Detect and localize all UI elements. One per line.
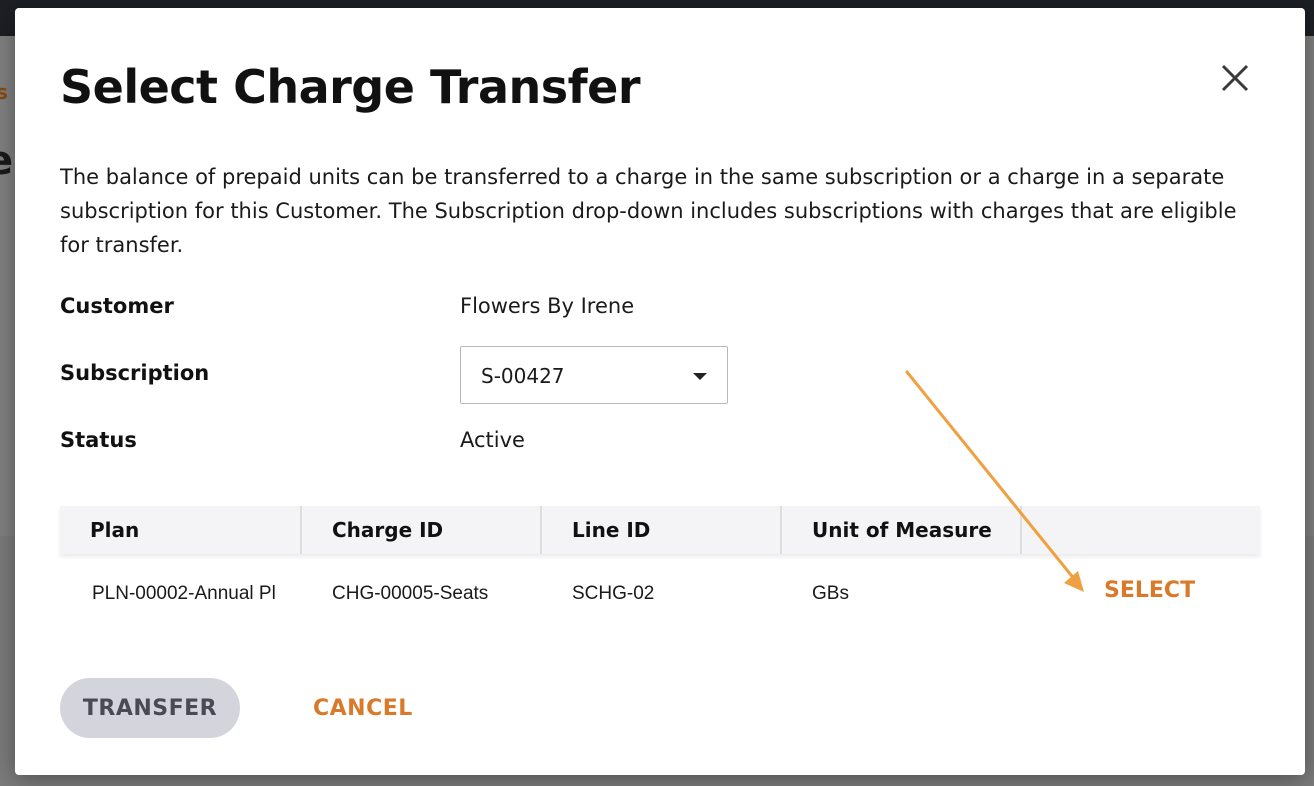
cancel-button[interactable]: CANCEL xyxy=(295,678,431,738)
select-charge-transfer-dialog: Select Charge Transfer The balance of pr… xyxy=(15,8,1305,775)
select-row-button[interactable]: SELECT xyxy=(1100,578,1200,603)
customer-value: Flowers By Irene xyxy=(460,294,635,318)
caret-down-icon xyxy=(693,373,707,380)
column-header-action xyxy=(1022,506,1260,554)
charges-table: Plan Charge ID Line ID Unit of Measure P… xyxy=(60,506,1260,634)
cell-unit-of-measure: GBs xyxy=(812,583,849,604)
table-row: PLN-00002-Annual Pl CHG-00005-Seats SCHG… xyxy=(60,554,1260,634)
dialog-description: The balance of prepaid units can be tran… xyxy=(60,165,1237,257)
close-button[interactable] xyxy=(1215,58,1255,98)
column-header-line-id: Line ID xyxy=(542,506,782,554)
cell-charge-id: CHG-00005-Seats xyxy=(332,583,489,604)
status-label: Status xyxy=(60,428,137,452)
background-heading-fragment: e xyxy=(0,138,13,184)
subscription-dropdown[interactable]: S-00427 xyxy=(460,346,728,404)
customer-label: Customer xyxy=(60,294,174,318)
close-icon xyxy=(1221,64,1249,92)
dialog-title: Select Charge Transfer xyxy=(60,60,641,114)
subscription-label: Subscription xyxy=(60,361,210,385)
subscription-selected-value: S-00427 xyxy=(481,364,565,388)
column-header-plan: Plan xyxy=(60,506,302,554)
background-text-fragment: s xyxy=(0,80,8,104)
column-header-charge-id: Charge ID xyxy=(302,506,542,554)
status-value: Active xyxy=(460,428,525,452)
transfer-button[interactable]: TRANSFER xyxy=(60,678,240,738)
table-header: Plan Charge ID Line ID Unit of Measure xyxy=(60,506,1260,554)
cell-plan: PLN-00002-Annual Pl xyxy=(92,583,276,604)
cell-line-id: SCHG-02 xyxy=(572,583,655,604)
column-header-unit-of-measure: Unit of Measure xyxy=(782,506,1022,554)
